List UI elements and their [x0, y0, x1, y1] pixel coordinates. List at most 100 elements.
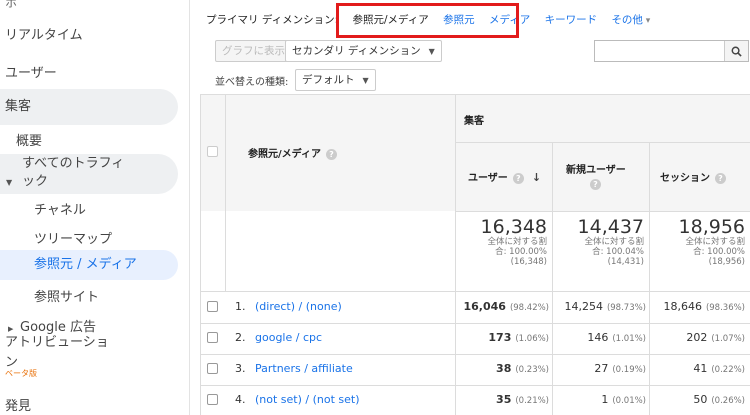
help-icon[interactable]: ?	[590, 179, 601, 190]
users-percent: (1.06%)	[515, 334, 549, 344]
sessions-percent: (1.07%)	[711, 334, 745, 344]
sessions-total-site: (18,956)	[708, 257, 745, 267]
plot-rows-button[interactable]: グラフに表示	[215, 40, 292, 62]
beta-badge: ベータ版	[5, 369, 37, 378]
new-users-percent: (98.73%)	[606, 303, 646, 313]
users-total-value: 16,348	[480, 216, 547, 238]
help-icon[interactable]: ?	[325, 148, 337, 160]
users-value: 38	[496, 362, 512, 375]
sidebar-item-realtime[interactable]: リアルタイム	[0, 24, 178, 43]
sidebar-item-discover[interactable]: 発見	[0, 395, 178, 414]
help-icon[interactable]: ?	[512, 172, 524, 184]
dimension-column-header[interactable]: 参照元/メディア?	[248, 145, 337, 160]
sort-desc-arrow-icon[interactable]: ↓	[532, 171, 541, 184]
row-checkbox[interactable]	[207, 301, 218, 312]
select-all-checkbox[interactable]	[207, 146, 218, 157]
sidebar-item-all-traffic[interactable]: すべてのトラフィ ▼ ック	[0, 154, 178, 194]
new-users-value: 27	[594, 362, 609, 375]
row-users: 35 (0.21%)	[456, 393, 549, 406]
sidebar-item-home[interactable]: ホ	[0, 0, 178, 11]
new-users-total-percent: 合: 100.04%	[592, 247, 644, 257]
row-number: 1.	[235, 300, 246, 313]
users-column-header[interactable]: ユーザー? ↓	[468, 169, 541, 184]
sidebar-item-channels[interactable]: チャネル	[0, 199, 178, 218]
users-value: 16,046	[463, 300, 506, 313]
row-source-link[interactable]: google / cpc	[255, 331, 322, 344]
sessions-value: 41	[693, 362, 708, 375]
users-header-label: ユーザー	[468, 173, 508, 184]
row-checkbox[interactable]	[207, 363, 218, 374]
sessions-total-caption: 全体に対する割	[685, 237, 745, 247]
sort-type-value: デフォルト	[302, 74, 355, 86]
new-users-value: 14,254	[564, 300, 603, 313]
sessions-percent: (0.22%)	[711, 365, 745, 375]
dimension-more-dropdown[interactable]: その他	[611, 12, 650, 27]
users-total: 16,348 全体に対する割 合: 100.00% (16,348)	[456, 217, 547, 267]
table-search-input[interactable]	[594, 40, 749, 62]
row-new-users: 146 (1.01%)	[553, 331, 646, 344]
sidebar-item-treemap[interactable]: ツリーマップ	[0, 228, 178, 247]
new-users-percent: (1.01%)	[612, 334, 646, 344]
data-table: 参照元/メディア? 集客 ユーザー? ↓ 新規ユーザー ? セッション? 16,3…	[200, 94, 750, 415]
new-users-column-header[interactable]: 新規ユーザー ?	[566, 161, 626, 191]
expand-caret-icon: ▼	[6, 178, 13, 187]
sessions-value: 18,646	[663, 300, 702, 313]
all-traffic-label-2: ック	[22, 174, 49, 189]
users-total-caption: 全体に対する割	[487, 237, 547, 247]
chevron-down-icon: ▼	[428, 47, 435, 56]
acquisition-group-header: 集客	[464, 116, 484, 127]
sessions-percent: (98.36%)	[705, 303, 745, 313]
users-total-site: (16,348)	[510, 257, 547, 267]
sidebar-item-attribution-1[interactable]: アトリビューショ	[0, 331, 178, 350]
sessions-total: 18,956 全体に対する割 合: 100.00% (18,956)	[650, 217, 745, 267]
sort-type-select[interactable]: デフォルト ▼	[295, 69, 376, 91]
new-users-total-value: 14,437	[577, 216, 644, 238]
row-source-link[interactable]: (not set) / (not set)	[255, 393, 360, 406]
row-new-users: 14,254 (98.73%)	[553, 300, 646, 313]
new-users-total-caption: 全体に対する割	[584, 237, 644, 247]
row-sessions: 202 (1.07%)	[650, 331, 745, 344]
secondary-dimension-select[interactable]: セカンダリ ディメンション ▼	[285, 40, 442, 62]
sidebar-item-overview[interactable]: 概要	[0, 130, 178, 149]
row-users: 38 (0.23%)	[456, 362, 549, 375]
row-number: 2.	[235, 331, 246, 344]
row-sessions: 18,646 (98.36%)	[650, 300, 745, 313]
row-number: 3.	[235, 362, 246, 375]
sessions-header-label: セッション	[660, 173, 710, 184]
row-sessions: 41 (0.22%)	[650, 362, 745, 375]
row-new-users: 27 (0.19%)	[553, 362, 646, 375]
report-main: プライマリ ディメンション: 参照元/メディア 参照元 メディア キーワード そ…	[190, 0, 750, 415]
row-users: 173 (1.06%)	[456, 331, 549, 344]
row-checkbox[interactable]	[207, 332, 218, 343]
sessions-column-header[interactable]: セッション?	[660, 169, 726, 184]
sidebar-item-source-medium[interactable]: 参照元 / メディア	[0, 250, 178, 280]
dimension-header-label: 参照元/メディア	[248, 149, 321, 160]
dimension-keyword[interactable]: キーワード	[545, 12, 598, 27]
sidebar-item-users[interactable]: ユーザー	[0, 62, 178, 81]
row-source-link[interactable]: (direct) / (none)	[255, 300, 342, 313]
new-users-total: 14,437 全体に対する割 合: 100.04% (14,431)	[553, 217, 644, 267]
users-percent: (98.42%)	[509, 303, 549, 313]
row-sessions: 50 (0.26%)	[650, 393, 745, 406]
chevron-down-icon: ▼	[362, 76, 369, 85]
sort-type-label: 並べ替えの種類:	[215, 77, 289, 88]
users-value: 173	[488, 331, 512, 344]
users-total-percent: 合: 100.00%	[495, 247, 547, 257]
new-users-percent: (0.19%)	[612, 365, 646, 375]
row-checkbox[interactable]	[207, 394, 218, 405]
secondary-dimension-label: セカンダリ ディメンション	[292, 45, 421, 57]
row-users: 16,046 (98.42%)	[456, 300, 550, 313]
sessions-total-percent: 合: 100.00%	[693, 247, 745, 257]
row-source-link[interactable]: Partners / affiliate	[255, 362, 353, 375]
row-new-users: 1 (0.01%)	[553, 393, 646, 406]
sidebar-item-referrals[interactable]: 参照サイト	[0, 286, 178, 305]
sidebar-item-acquisition[interactable]: 集客	[0, 89, 178, 125]
search-icon	[731, 46, 742, 57]
new-users-value: 146	[587, 331, 609, 344]
users-percent: (0.23%)	[515, 365, 549, 375]
help-icon[interactable]: ?	[715, 172, 726, 184]
new-users-header-label: 新規ユーザー	[566, 165, 626, 176]
sessions-percent: (0.26%)	[711, 396, 745, 406]
new-users-total-site: (14,431)	[607, 257, 644, 267]
search-button[interactable]	[724, 41, 748, 61]
